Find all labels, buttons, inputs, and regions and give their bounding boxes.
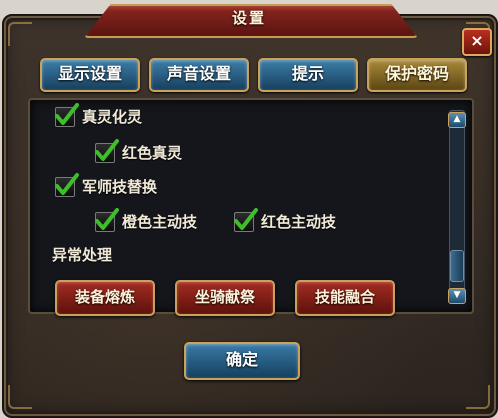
tab-password-protection[interactable]: 保护密码 [367, 58, 467, 92]
checkbox-option[interactable] [95, 208, 119, 232]
tab-tips[interactable]: 提示 [258, 58, 358, 92]
frame-corner-ornament [8, 385, 32, 409]
checkbox-option[interactable] [55, 103, 79, 127]
mount-sacrifice-button[interactable]: 坐骑献祭 [175, 280, 275, 316]
scroll-up-button[interactable]: ▲ [448, 112, 466, 128]
close-icon: × [470, 31, 484, 50]
confirm-button[interactable]: 确定 [184, 342, 300, 380]
scrollbar-thumb[interactable] [450, 250, 464, 282]
tab-sound-settings[interactable]: 声音设置 [149, 58, 249, 92]
option-label: 红色主动技 [261, 213, 337, 231]
triangle-down-icon: ▼ [453, 290, 461, 300]
checkmark-icon [55, 103, 79, 125]
equipment-smelt-button[interactable]: 装备熔炼 [55, 280, 155, 316]
checkmark-icon [234, 208, 258, 230]
option-label: 橙色主动技 [122, 213, 198, 231]
frame-corner-ornament [466, 385, 490, 409]
option-label: 红色真灵 [122, 144, 183, 162]
option-label: 真灵化灵 [82, 108, 143, 126]
close-button[interactable]: × [462, 28, 492, 56]
scroll-down-button[interactable]: ▼ [448, 288, 466, 304]
checkbox-option[interactable] [234, 208, 258, 232]
frame-corner-ornament [8, 22, 32, 46]
option-label: 军师技替换 [82, 178, 158, 196]
skill-merge-button[interactable]: 技能融合 [295, 280, 395, 316]
checkbox-option[interactable] [55, 173, 79, 197]
section-heading: 异常处理 [52, 246, 113, 264]
checkmark-icon [95, 208, 119, 230]
checkmark-icon [55, 173, 79, 195]
checkbox-option[interactable] [95, 139, 119, 163]
tab-display-settings[interactable]: 显示设置 [40, 58, 140, 92]
triangle-up-icon: ▲ [453, 114, 461, 124]
dialog-title: 设置 [231, 9, 266, 27]
checkmark-icon [95, 139, 119, 161]
